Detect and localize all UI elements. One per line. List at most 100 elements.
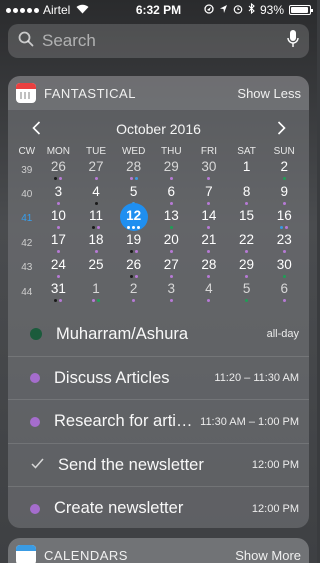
calendar-day[interactable]: 4: [190, 280, 228, 304]
event-dot: [207, 250, 211, 254]
event-dot: [97, 225, 100, 229]
calendar-day[interactable]: 15: [228, 207, 266, 231]
calendar-day[interactable]: 25: [77, 256, 115, 280]
calendar-day[interactable]: 31: [40, 280, 78, 304]
event-dot: [56, 274, 60, 278]
calendar-day[interactable]: 6: [152, 183, 190, 207]
calendar-day[interactable]: 30: [190, 158, 228, 182]
event-dot: [169, 225, 173, 229]
event-row[interactable]: Create newsletter 12:00 PM: [8, 486, 309, 528]
event-row[interactable]: Research for articles 11:30 AM – 1:00 PM: [8, 399, 309, 443]
week-number: 40: [21, 189, 33, 201]
day-number: 22: [239, 232, 255, 248]
event-dots: [152, 299, 190, 303]
calendar-day[interactable]: 28: [190, 256, 228, 280]
calendar-day[interactable]: 29: [228, 256, 266, 280]
calendars-widget: CALENDARS Show More: [8, 538, 309, 563]
day-number: 14: [201, 207, 217, 223]
calendar-day[interactable]: 1: [228, 158, 266, 182]
weekday-label: THU: [161, 145, 182, 157]
event-dot: [169, 250, 173, 254]
month-title[interactable]: October 2016: [116, 121, 201, 137]
day-number: 7: [205, 183, 213, 199]
event-dots: [77, 225, 115, 229]
calendar-day-today[interactable]: 12: [115, 202, 153, 231]
event-dots: [152, 274, 190, 278]
next-month-icon[interactable]: [273, 119, 289, 140]
event-dot: [59, 299, 63, 303]
calendar-day[interactable]: 11: [77, 207, 115, 231]
widget-app-name: CALENDARS: [44, 547, 128, 563]
calendar-day[interactable]: 20: [152, 231, 190, 255]
calendar-week: 42 17 18 19 20 21 22 23: [8, 231, 309, 255]
event-dots: [115, 274, 153, 278]
event-row[interactable]: Send the newsletter 12:00 PM: [8, 442, 309, 487]
event-dots: [152, 225, 190, 229]
calendar-day[interactable]: 26: [40, 158, 78, 182]
event-dot: [129, 250, 133, 254]
event-dots: [190, 225, 228, 229]
calendar-day[interactable]: 28: [115, 158, 153, 182]
week-number: 43: [21, 262, 33, 274]
event-dot: [282, 299, 286, 303]
event-dots: [77, 299, 115, 303]
weekday-label: WED: [121, 145, 146, 157]
day-number: 26: [126, 256, 142, 272]
calendar-day[interactable]: 3: [40, 183, 78, 207]
event-time: 12:00 PM: [251, 502, 299, 515]
calendar-day[interactable]: 22: [228, 231, 266, 255]
event-dots: [40, 274, 78, 278]
calendar-day[interactable]: 3: [152, 280, 190, 304]
event-dot: [285, 225, 289, 229]
event-dot: [94, 177, 98, 181]
calendar-day[interactable]: 18: [77, 231, 115, 255]
calendar-day[interactable]: 17: [40, 231, 78, 255]
event-row[interactable]: Muharram/Ashura all-day: [8, 312, 309, 356]
calendar-day[interactable]: 16: [265, 207, 303, 231]
event-title: Research for articles: [54, 412, 195, 431]
calendar-day[interactable]: 14: [190, 207, 228, 231]
cw-label: CW: [18, 145, 36, 157]
calendar-day[interactable]: 29: [152, 158, 190, 182]
event-dots: [40, 177, 78, 181]
widget-header: CALENDARS Show More: [8, 538, 309, 563]
previous-month-icon[interactable]: [28, 119, 44, 140]
search-input[interactable]: [42, 31, 287, 51]
calendar-day[interactable]: 27: [77, 158, 115, 182]
calendar-day[interactable]: 2: [265, 158, 303, 182]
show-more-button[interactable]: Show More: [235, 548, 301, 563]
search-bar[interactable]: [8, 24, 309, 58]
calendar-day[interactable]: 21: [190, 231, 228, 255]
day-number: 31: [50, 281, 66, 297]
calendar-day[interactable]: 9: [265, 183, 303, 207]
calendar-day[interactable]: 1: [77, 280, 115, 304]
event-dots: [40, 299, 78, 303]
calendar-day[interactable]: 7: [190, 183, 228, 207]
event-row[interactable]: Discuss Articles 11:20 – 11:30 AM: [8, 355, 309, 400]
calendar-day[interactable]: 26: [115, 256, 153, 280]
calendar-day[interactable]: 13: [152, 207, 190, 231]
calendar-day[interactable]: 4: [77, 183, 115, 207]
day-number: 19: [126, 232, 142, 248]
event-dots: [228, 250, 266, 254]
calendar-day[interactable]: 23: [265, 231, 303, 255]
calendar-day[interactable]: 19: [115, 231, 153, 255]
calendar-day[interactable]: 8: [228, 183, 266, 207]
status-bar: Airtel 6:32 PM 93%: [0, 0, 317, 20]
calendar-day[interactable]: 5: [228, 280, 266, 304]
event-dots: [77, 250, 115, 254]
signal-strength-icon: [6, 7, 39, 13]
calendar-day[interactable]: 30: [265, 256, 303, 280]
calendar-day[interactable]: 6: [265, 280, 303, 304]
calendar-day[interactable]: 10: [40, 207, 78, 231]
event-dot: [282, 177, 286, 181]
calendar-day[interactable]: 27: [152, 256, 190, 280]
event-dot: [280, 225, 284, 229]
event-dots: [77, 201, 115, 205]
calendar-day[interactable]: 2: [115, 280, 153, 304]
show-less-button[interactable]: Show Less: [237, 86, 301, 101]
battery-icon: [289, 5, 313, 15]
microphone-icon[interactable]: [287, 29, 299, 54]
day-number: 8: [242, 183, 251, 199]
calendar-day[interactable]: 24: [40, 256, 78, 280]
